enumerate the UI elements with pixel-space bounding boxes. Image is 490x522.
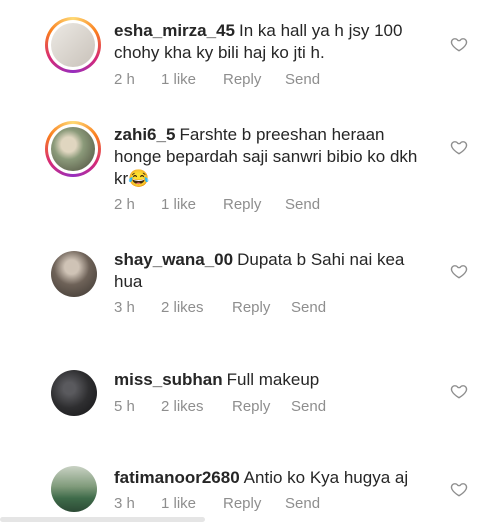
timestamp: 3 h — [114, 495, 135, 512]
send-button[interactable]: Send — [291, 299, 326, 316]
heart-icon[interactable] — [450, 262, 468, 280]
comment-meta: 2 h 1 like Reply Send — [114, 71, 320, 88]
username[interactable]: esha_mirza_45 — [114, 21, 235, 40]
timestamp: 3 h — [114, 299, 135, 316]
avatar — [51, 23, 95, 67]
avatar[interactable] — [51, 370, 97, 416]
comment-meta: 3 h 1 like Reply Send — [114, 495, 320, 512]
story-ring-avatar[interactable] — [45, 17, 101, 73]
timestamp: 2 h — [114, 196, 135, 213]
username[interactable]: shay_wana_00 — [114, 250, 233, 269]
send-button[interactable]: Send — [291, 398, 326, 415]
comment-meta: 2 h 1 like Reply Send — [114, 196, 320, 213]
heart-icon[interactable] — [450, 35, 468, 53]
reply-button[interactable]: Reply — [232, 398, 291, 415]
reply-button[interactable]: Reply — [223, 495, 285, 512]
comment-text: zahi6_5 Farshte b preeshan heraan honge b… — [114, 124, 432, 190]
avatar[interactable] — [51, 251, 97, 297]
send-button[interactable]: Send — [285, 495, 320, 512]
comment-meta: 5 h 2 likes Reply Send — [114, 398, 326, 415]
likes-count[interactable]: 1 like — [161, 196, 223, 213]
likes-count[interactable]: 1 like — [161, 495, 223, 512]
comment-meta: 3 h 2 likes Reply Send — [114, 299, 326, 316]
comment-text: miss_subhan Full makeup — [114, 369, 432, 391]
username[interactable]: fatimanoor2680 — [114, 468, 240, 487]
avatar — [51, 127, 95, 171]
username[interactable]: zahi6_5 — [114, 125, 175, 144]
reply-button[interactable]: Reply — [232, 299, 291, 316]
comment-body: Antio ko Kya hugya aj — [243, 468, 409, 487]
username[interactable]: miss_subhan — [114, 370, 223, 389]
likes-count[interactable]: 1 like — [161, 71, 223, 88]
likes-count[interactable]: 2 likes — [161, 398, 232, 415]
reply-button[interactable]: Reply — [223, 71, 285, 88]
comment-text: shay_wana_00 Dupata b Sahi nai kea hua — [114, 249, 432, 293]
heart-icon[interactable] — [450, 480, 468, 498]
likes-count[interactable]: 2 likes — [161, 299, 232, 316]
send-button[interactable]: Send — [285, 196, 320, 213]
timestamp: 2 h — [114, 71, 135, 88]
comment-text: esha_mirza_45 In ka hall ya h jsy 100 cho… — [114, 20, 432, 64]
reply-button[interactable]: Reply — [223, 196, 285, 213]
heart-icon[interactable] — [450, 138, 468, 156]
comment-body: Full makeup — [226, 370, 320, 389]
story-ring-avatar[interactable] — [45, 121, 101, 177]
avatar[interactable] — [51, 466, 97, 512]
heart-icon[interactable] — [450, 382, 468, 400]
send-button[interactable]: Send — [285, 71, 320, 88]
comment-text: fatimanoor2680 Antio ko Kya hugya aj — [114, 467, 432, 489]
horizontal-scrollbar[interactable] — [0, 517, 205, 522]
timestamp: 5 h — [114, 398, 135, 415]
